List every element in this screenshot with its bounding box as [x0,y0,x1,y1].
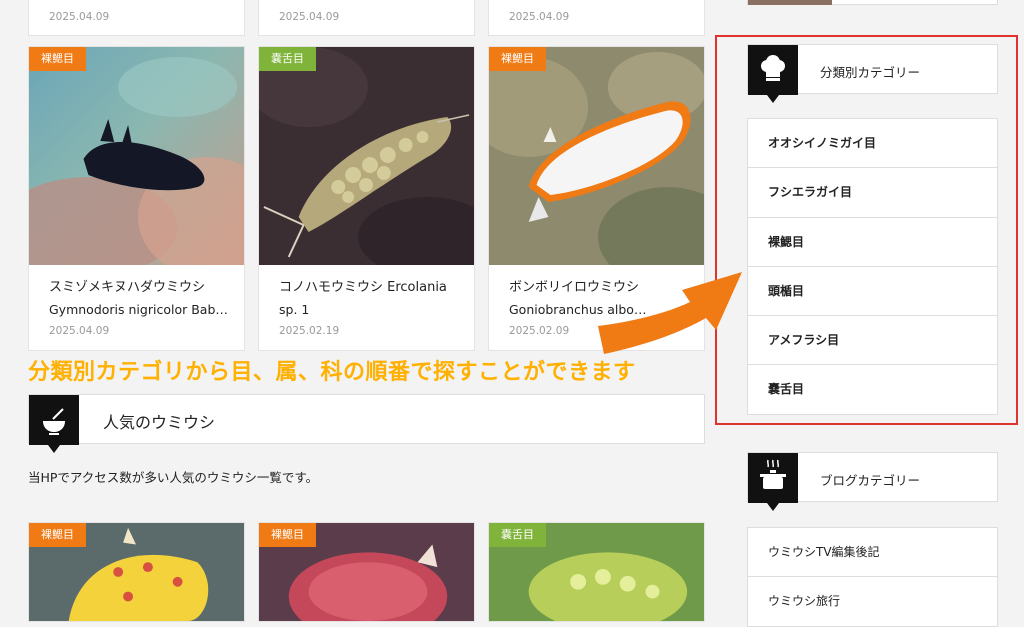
section-description: 当HPでアクセス数が多い人気のウミウシ一覧です。 [28,470,319,485]
widget-thumbnail[interactable] [748,0,832,5]
article-thumbnail[interactable] [259,47,474,265]
category-badge[interactable]: 嚢舌目 [489,523,546,547]
article-card-1[interactable]: 裸鰓目 スミゾメキヌハダウミウシ Gymnodoris nigricolor B… [28,46,245,351]
title-line-1: コノハモウミウシ Ercolania [279,280,447,295]
blog-category-list: ウミウシTV編集後記 ウミウシ旅行 [747,527,998,627]
category-badge[interactable]: 裸鰓目 [29,47,86,71]
article-thumbnail[interactable] [29,47,244,265]
title-line-1: スミゾメキヌハダウミウシ [49,280,206,295]
article-card-6[interactable]: 嚢舌目 [488,522,705,622]
sidebar-widget-top[interactable] [747,0,998,5]
article-card-5[interactable]: 裸鰓目 [258,522,475,622]
highlight-box [715,35,1018,425]
category-badge[interactable]: 裸鰓目 [29,523,86,547]
post-date: 2025.04.09 [279,11,340,23]
blog-item-travel[interactable]: ウミウシ旅行 [748,577,997,626]
article-card-2[interactable]: 嚢舌目 コノハモウミウシ Ercolania sp. 1 2025.02.19 [258,46,475,351]
post-date: 2025.04.09 [49,11,110,23]
article-card-top-1[interactable]: 2025.04.09 [28,0,245,36]
widget-title: ブログカテゴリー [820,473,921,488]
section-title: 人気のウミウシ [103,413,216,432]
pot-icon [748,453,798,511]
article-thumbnail[interactable] [489,47,704,265]
article-title[interactable]: コノハモウミウシ Ercolania sp. 1 [279,277,460,321]
category-badge[interactable]: 嚢舌目 [259,47,316,71]
popular-heading-box: 人気のウミウシ [28,394,705,453]
nudibranch-photo [29,47,244,265]
blog-heading-box: ブログカテゴリー [747,452,998,511]
nudibranch-photo [259,47,474,265]
annotation-banner: 分類別カテゴリから目、属、科の順番で探すことができます [28,360,636,385]
post-date: 2025.04.09 [509,11,570,23]
article-card-4[interactable]: 裸鰓目 [28,522,245,622]
bowl-icon [29,395,79,453]
article-card-top-2[interactable]: 2025.04.09 [258,0,475,36]
category-badge[interactable]: 裸鰓目 [259,523,316,547]
title-line-2: sp. 1 [279,302,310,317]
category-badge[interactable]: 裸鰓目 [489,47,546,71]
post-date: 2025.02.09 [509,325,570,337]
nudibranch-photo [489,47,704,265]
post-date: 2025.04.09 [49,325,110,337]
post-date: 2025.02.19 [279,325,340,337]
article-title[interactable]: スミゾメキヌハダウミウシ Gymnodoris nigricolor Bab… [49,277,230,321]
article-card-top-3[interactable]: 2025.04.09 [488,0,705,36]
title-line-2: Gymnodoris nigricolor Bab… [49,302,228,317]
arrow-annotation [598,272,742,354]
blog-item-tv-afterword[interactable]: ウミウシTV編集後記 [748,528,997,578]
